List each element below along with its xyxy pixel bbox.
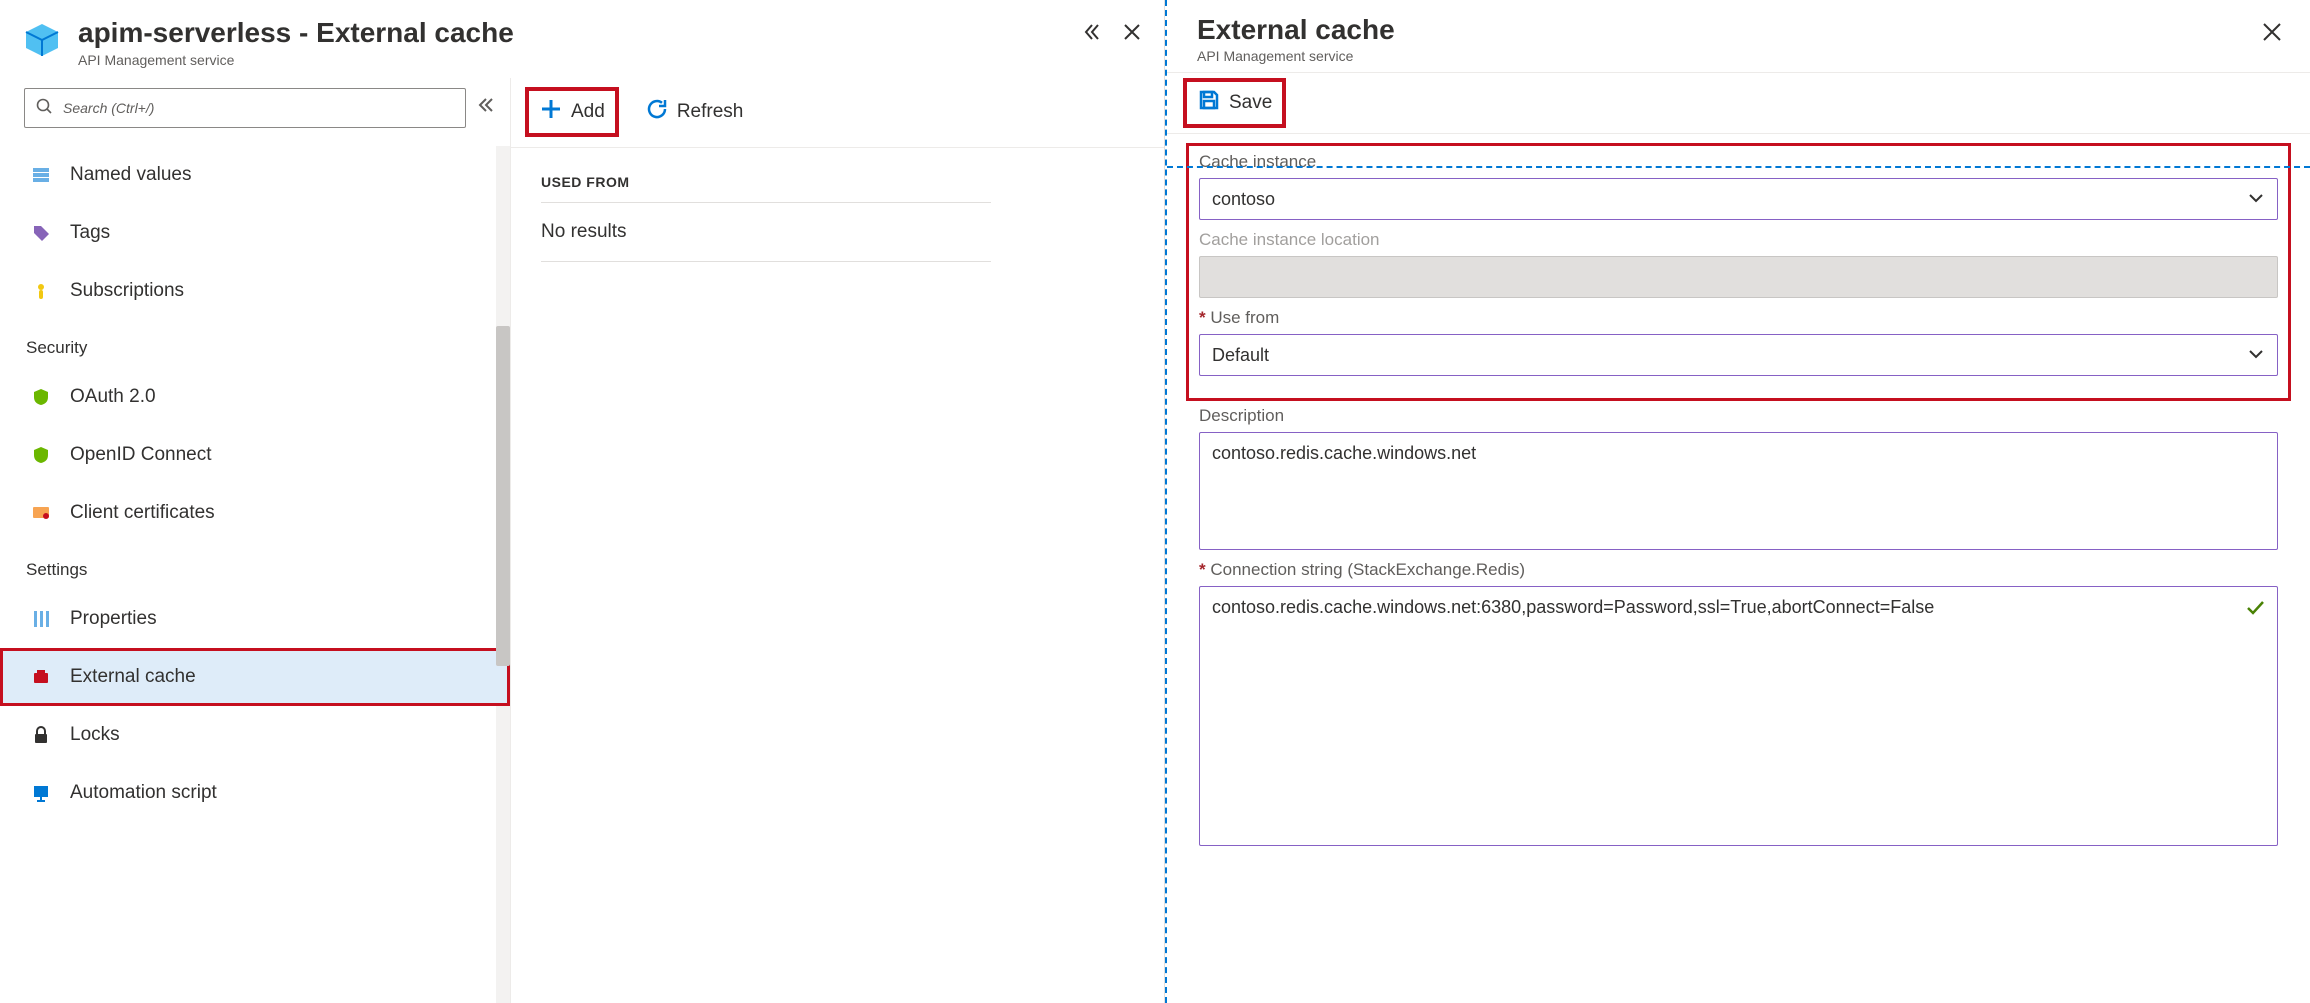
sidebar-item-automation[interactable]: Automation script xyxy=(0,764,510,822)
description-textarea[interactable]: contoso.redis.cache.windows.net xyxy=(1199,432,2278,550)
cache-instance-location-select xyxy=(1199,256,2278,298)
automation-icon xyxy=(26,783,56,803)
sidebar-item-label: Properties xyxy=(70,608,157,630)
locks-icon xyxy=(26,725,56,745)
blade-external-cache: apim-serverless - External cache API Man… xyxy=(0,0,1165,1003)
right-blade-subtitle: API Management service xyxy=(1197,48,1395,64)
search-icon xyxy=(35,97,53,118)
refresh-button[interactable]: Refresh xyxy=(635,91,754,133)
blade-title: apim-serverless - External cache xyxy=(78,16,1080,50)
close-icon[interactable] xyxy=(2260,20,2284,47)
blade-external-cache-form: External cache API Management service Sa… xyxy=(1165,0,2310,1003)
cache-instance-select[interactable]: contoso xyxy=(1199,178,2278,220)
right-blade-title: External cache xyxy=(1197,14,1395,46)
sidebar-item-label: Automation script xyxy=(70,782,217,804)
highlighted-section: Cache instance contoso Cache instance lo… xyxy=(1189,146,2288,398)
sidebar-collapse-icon[interactable] xyxy=(476,96,494,119)
named-values-icon xyxy=(26,165,56,185)
connection-string-value: contoso.redis.cache.windows.net:6380,pas… xyxy=(1212,597,1934,617)
use-from-select[interactable]: Default xyxy=(1199,334,2278,376)
certificate-icon xyxy=(26,503,56,523)
oauth-icon xyxy=(26,387,56,407)
empty-state: No results xyxy=(541,203,991,262)
subscriptions-icon xyxy=(26,281,56,301)
sidebar-item-label: Client certificates xyxy=(70,502,215,524)
save-button[interactable]: Save xyxy=(1187,82,1282,124)
apim-service-icon xyxy=(22,20,62,63)
sidebar-item-properties[interactable]: Properties xyxy=(0,590,510,648)
connection-string-textarea[interactable]: contoso.redis.cache.windows.net:6380,pas… xyxy=(1199,586,2278,846)
sidebar-item-label: Named values xyxy=(70,164,191,186)
sidebar-item-label: OAuth 2.0 xyxy=(70,386,156,408)
list-pane: Add Refresh USED FROM No results xyxy=(510,78,1164,1003)
validation-check-icon xyxy=(2245,597,2265,623)
sidebar-group-settings: Settings xyxy=(0,542,510,590)
sidebar-item-label: Tags xyxy=(70,222,110,244)
cache-instance-value: contoso xyxy=(1212,189,1275,210)
description-value: contoso.redis.cache.windows.net xyxy=(1212,443,1476,463)
blade-header: apim-serverless - External cache API Man… xyxy=(0,0,1164,78)
sidebar-item-client-certs[interactable]: Client certificates xyxy=(0,484,510,542)
chevron-down-icon xyxy=(2247,345,2265,366)
collapse-blade-icon[interactable] xyxy=(1080,22,1100,45)
add-button[interactable]: Add xyxy=(529,91,615,133)
refresh-icon xyxy=(645,97,669,127)
form: Cache instance contoso Cache instance lo… xyxy=(1167,134,2310,874)
plus-icon xyxy=(539,97,563,127)
column-header-used-from: USED FROM xyxy=(541,174,991,203)
add-button-label: Add xyxy=(571,101,605,123)
sidebar-item-openid[interactable]: OpenID Connect xyxy=(0,426,510,484)
sidebar-item-subscriptions[interactable]: Subscriptions xyxy=(0,262,510,320)
right-blade-header: External cache API Management service xyxy=(1167,0,2310,72)
refresh-button-label: Refresh xyxy=(677,101,744,123)
sidebar-item-oauth[interactable]: OAuth 2.0 xyxy=(0,368,510,426)
sidebar-item-label: External cache xyxy=(70,666,196,688)
blade-subtitle: API Management service xyxy=(78,52,1080,68)
chevron-down-icon xyxy=(2247,189,2265,210)
save-icon xyxy=(1197,88,1221,118)
sidebar: Search (Ctrl+/) Named values Tags xyxy=(0,78,510,1003)
toolbar: Add Refresh xyxy=(511,78,1164,148)
connection-string-label: Connection string (StackExchange.Redis) xyxy=(1199,560,2278,580)
cache-instance-location-label: Cache instance location xyxy=(1199,230,2278,250)
sidebar-group-security: Security xyxy=(0,320,510,368)
sidebar-item-label: Subscriptions xyxy=(70,280,184,302)
sidebar-item-external-cache[interactable]: External cache xyxy=(0,648,510,706)
cache-instance-label: Cache instance xyxy=(1199,152,2278,172)
search-placeholder: Search (Ctrl+/) xyxy=(63,100,154,116)
search-input[interactable]: Search (Ctrl+/) xyxy=(24,88,466,128)
tags-icon xyxy=(26,223,56,243)
save-button-label: Save xyxy=(1229,92,1272,114)
close-blade-icon[interactable] xyxy=(1122,22,1142,45)
use-from-label: Use from xyxy=(1199,308,2278,328)
openid-icon xyxy=(26,445,56,465)
sidebar-item-named-values[interactable]: Named values xyxy=(0,146,510,204)
sidebar-item-label: Locks xyxy=(70,724,120,746)
description-label: Description xyxy=(1199,406,2278,426)
sidebar-scroll[interactable]: Named values Tags Subscriptions Security… xyxy=(0,146,510,1003)
properties-icon xyxy=(26,609,56,629)
sidebar-item-label: OpenID Connect xyxy=(70,444,212,466)
sidebar-item-locks[interactable]: Locks xyxy=(0,706,510,764)
sidebar-item-tags[interactable]: Tags xyxy=(0,204,510,262)
use-from-value: Default xyxy=(1212,345,1269,366)
external-cache-icon xyxy=(26,667,56,687)
